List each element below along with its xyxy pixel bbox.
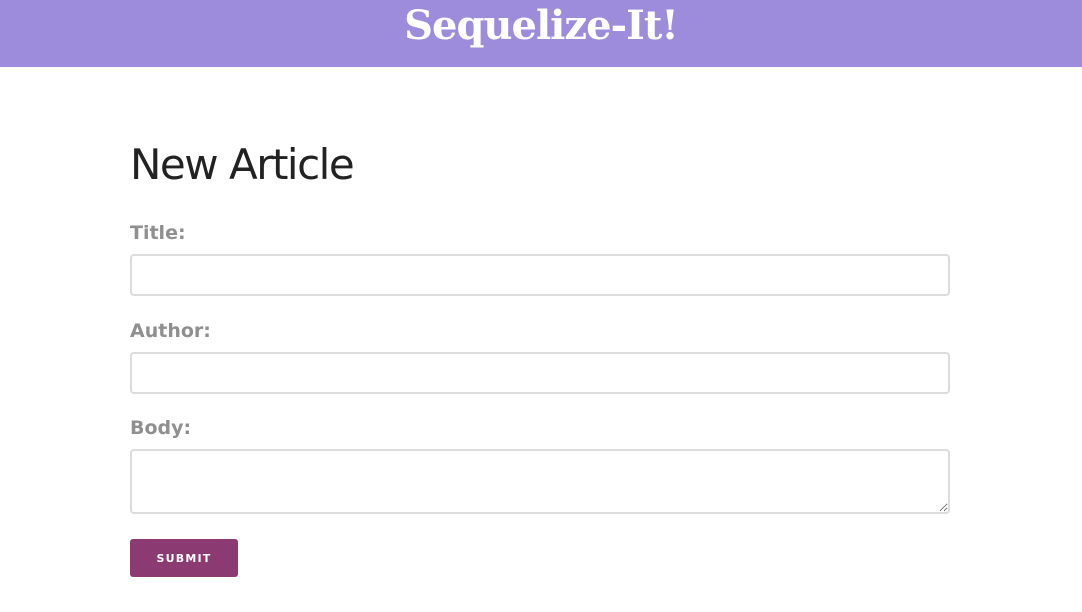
page-title: New Article — [130, 140, 355, 189]
author-label: Author: — [130, 320, 211, 342]
body-textarea[interactable] — [130, 449, 950, 514]
body-label: Body: — [130, 417, 192, 439]
new-article-form-container: New Article Title: Author: Body: SUBMIT — [130, 140, 950, 577]
author-input[interactable] — [130, 352, 950, 394]
title-label: Title: — [130, 222, 186, 244]
site-header: Sequelize-It! — [0, 0, 1082, 67]
site-title: Sequelize-It! — [404, 2, 679, 49]
title-input[interactable] — [130, 254, 950, 296]
submit-button[interactable]: SUBMIT — [130, 539, 238, 577]
